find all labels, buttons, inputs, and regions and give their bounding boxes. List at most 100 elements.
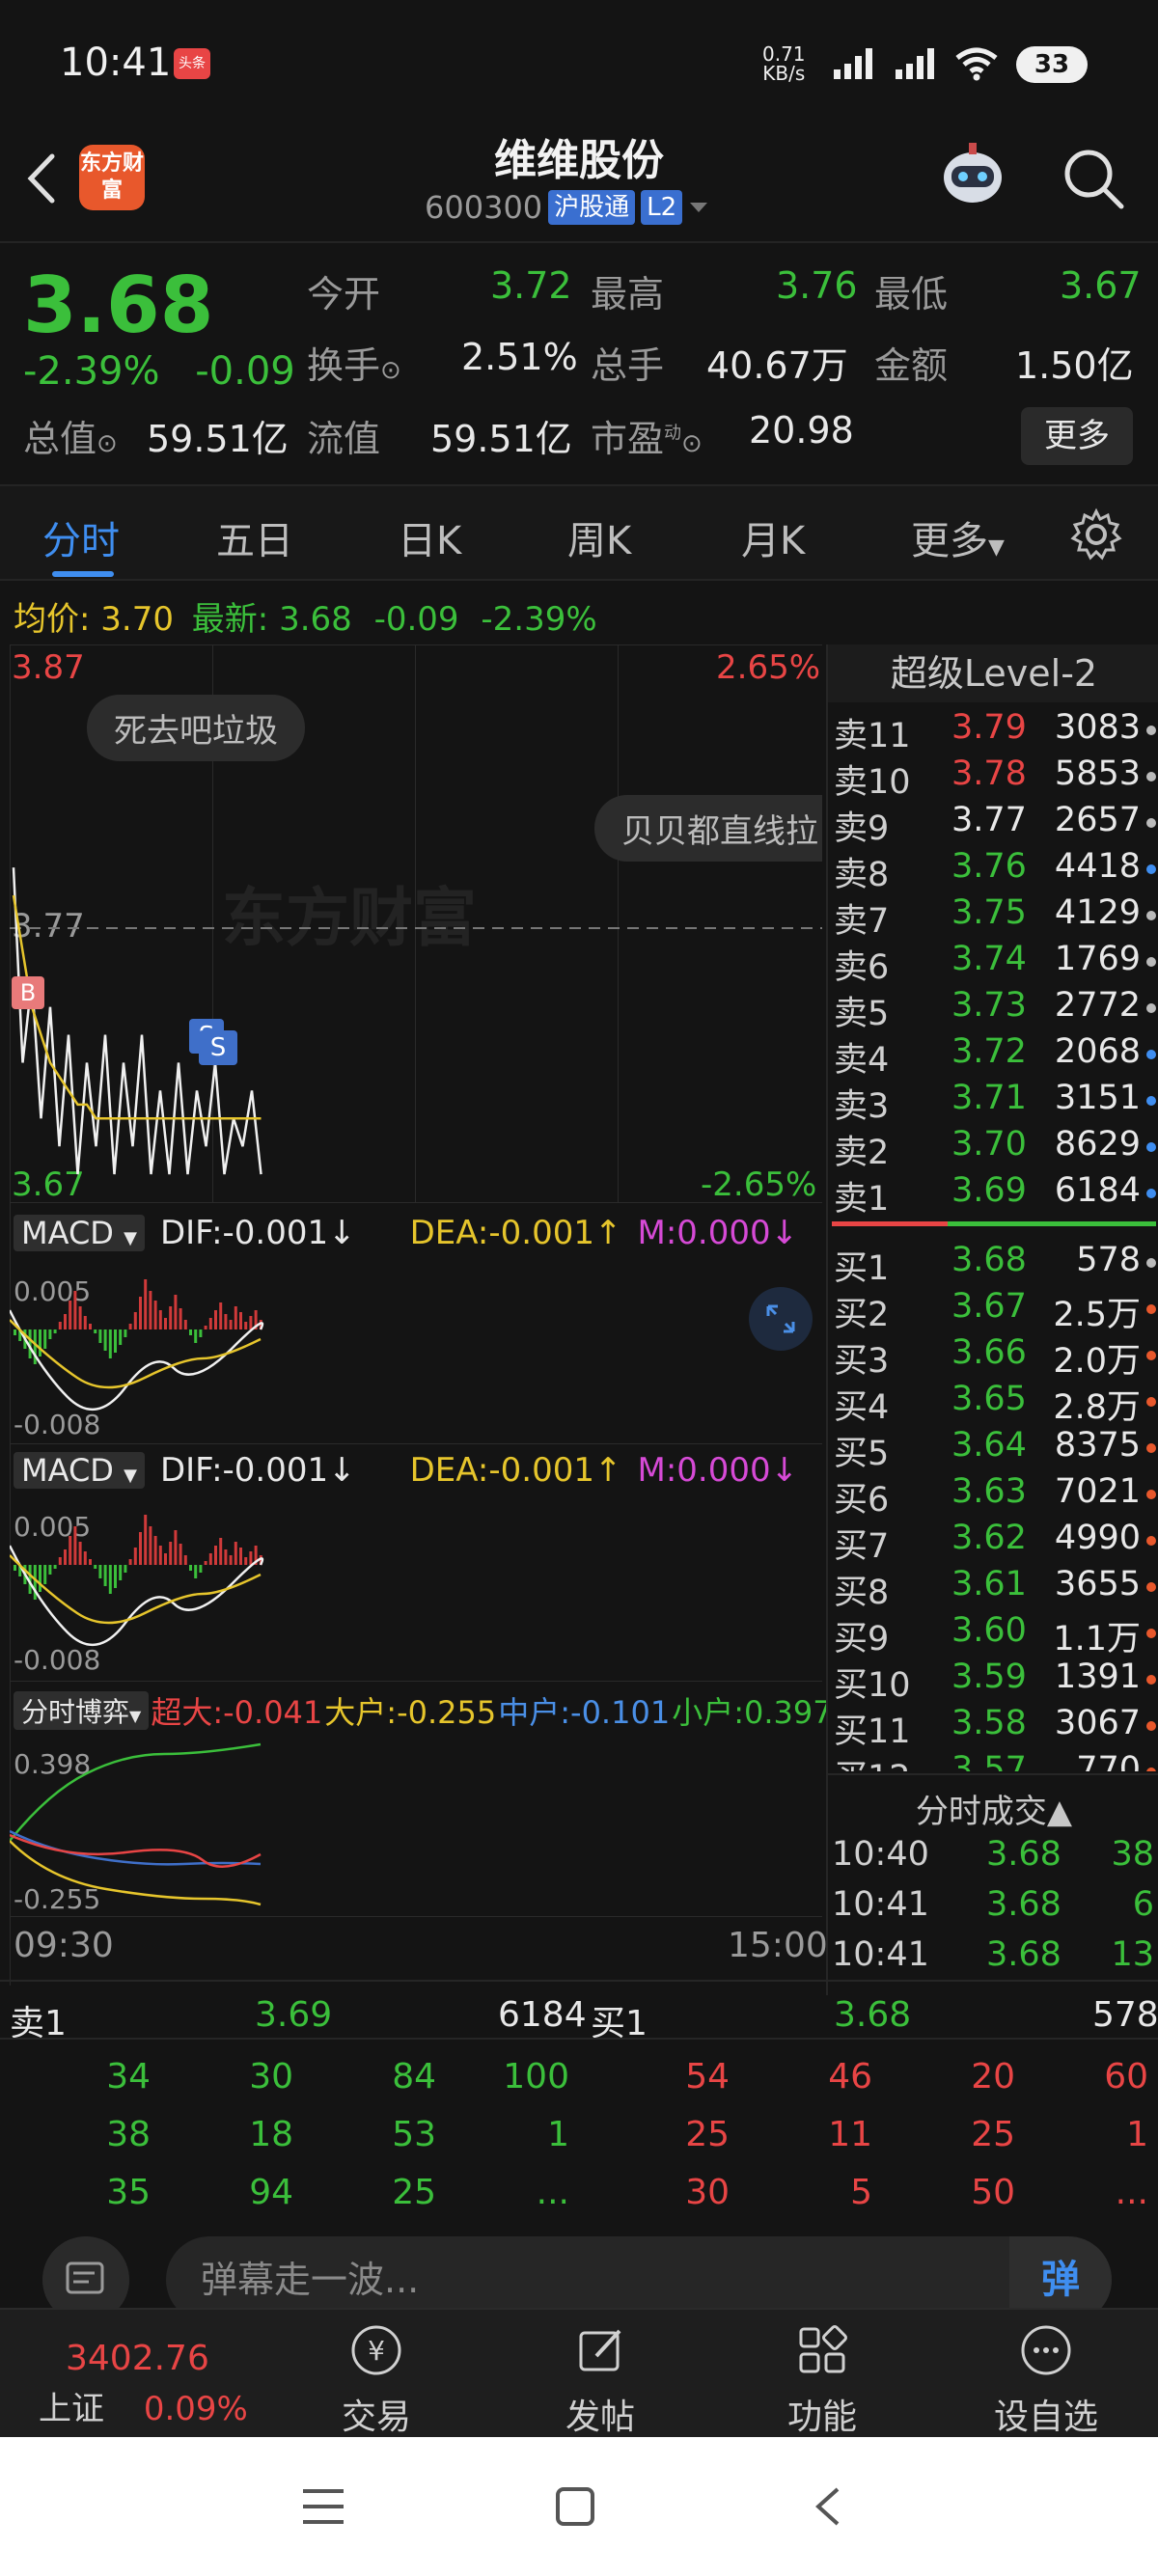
strip-buy-vol: 578	[1092, 1995, 1158, 2035]
more-quote-button[interactable]: 更多	[1021, 407, 1133, 465]
macd-bar	[53, 1329, 57, 1333]
info-icon: ⊙	[96, 429, 118, 458]
ask-level: 卖11	[834, 717, 911, 755]
tab-intraday[interactable]: 分时	[42, 509, 120, 565]
intraday-chart-area[interactable]: 3.87 2.65% 3.77 3.67 -2.65% 东方财富 死去吧垃圾 贝…	[10, 644, 833, 1986]
nav-post[interactable]: 发帖	[504, 2310, 697, 2439]
macd-bar	[169, 1542, 173, 1565]
ask-row[interactable]: 卖6 3.74 1769	[828, 940, 1158, 987]
ask-row[interactable]: 卖10 3.78 5853	[828, 754, 1158, 802]
ask-volume: 4418	[1054, 847, 1141, 886]
toutiao-app-icon: 头条	[174, 48, 210, 79]
macd2-selector[interactable]: MACD ▼	[14, 1452, 145, 1489]
ask-level: 卖3	[834, 1087, 890, 1126]
ask-level: 卖1	[834, 1180, 890, 1219]
tab-weekly-k[interactable]: 周K	[567, 509, 631, 565]
macd-bar	[208, 1318, 212, 1329]
flow-legend: 分时博弈▼ 超大:-0.041 大户:-0.255 中户:-0.101 小户:0…	[14, 1688, 833, 1733]
bid-price: 3.58	[951, 1704, 1027, 1742]
level2-tag: L2	[641, 190, 683, 225]
ask-row[interactable]: 卖5 3.73 2772	[828, 986, 1158, 1033]
settings-gear-icon[interactable]	[1069, 507, 1123, 562]
nav-functions[interactable]: 功能	[726, 2310, 919, 2439]
index-ticker[interactable]: 3402.76 上证 0.09%	[19, 2310, 270, 2439]
level2-order-book[interactable]: 超级Level-2 卖11 3.79 3083 卖10 3.78 5853 卖9 3.77 26…	[826, 644, 1158, 1995]
bid-price: 3.57	[951, 1750, 1027, 1771]
flow-selector[interactable]: 分时博弈▼	[14, 1691, 150, 1730]
tab-five-day[interactable]: 五日	[216, 509, 293, 565]
buy-marker[interactable]: B	[12, 976, 44, 1009]
macd-bar	[103, 1565, 107, 1586]
svg-text:¥: ¥	[368, 2335, 385, 2367]
bid-volume: 1391	[1054, 1658, 1141, 1696]
order-dot	[1146, 1582, 1156, 1592]
bid-row[interactable]: 买2 3.67 2.5万	[828, 1287, 1158, 1334]
pe-label[interactable]: 市盈动⊙	[591, 409, 703, 462]
bid-volume: 770	[1076, 1750, 1141, 1771]
ask-row[interactable]: 卖2 3.70 8629	[828, 1125, 1158, 1172]
menu-icon[interactable]	[301, 2485, 345, 2528]
macd-bar	[69, 1536, 72, 1565]
bid-row[interactable]: 买10 3.59 1391	[828, 1658, 1158, 1705]
back-icon[interactable]	[809, 2483, 847, 2530]
signal-icon	[834, 48, 872, 79]
ask-row[interactable]: 卖1 3.69 6184	[828, 1171, 1158, 1219]
nav-trade[interactable]: ¥ 交易	[280, 2310, 473, 2439]
macd1-selector[interactable]: MACD ▼	[14, 1215, 145, 1251]
bid-price: 3.68	[951, 1241, 1027, 1279]
bid-row[interactable]: 买4 3.65 2.8万	[828, 1380, 1158, 1427]
system-navigation-bar	[0, 2437, 1158, 2576]
robot-assistant-icon[interactable]	[934, 137, 1011, 214]
tab-daily-k[interactable]: 日K	[398, 509, 461, 565]
ask-price: 3.73	[951, 986, 1027, 1025]
turnover-label[interactable]: 换手⊙	[307, 336, 401, 389]
macd-bar	[58, 1557, 62, 1565]
bid-row[interactable]: 买3 3.66 2.0万	[828, 1333, 1158, 1381]
bid-row[interactable]: 买11 3.58 3067	[828, 1704, 1158, 1751]
ask-row[interactable]: 卖9 3.77 2657	[828, 801, 1158, 848]
order-dot	[1146, 1443, 1156, 1453]
fullscreen-expand-icon[interactable]	[747, 1285, 814, 1353]
home-square-icon[interactable]	[554, 2485, 596, 2528]
bid-level: 买10	[834, 1666, 911, 1705]
bid-row[interactable]: 买12 3.57 770	[828, 1750, 1158, 1771]
search-icon[interactable]	[1060, 145, 1127, 212]
tab-monthly-k[interactable]: 月K	[741, 509, 805, 565]
order-book-title[interactable]: 超级Level-2	[828, 644, 1158, 702]
bid-row[interactable]: 买7 3.62 4990	[828, 1519, 1158, 1566]
bid-row[interactable]: 买9 3.60 1.1万	[828, 1611, 1158, 1658]
macd-bar	[89, 1559, 92, 1565]
nav-add-watchlist[interactable]: 设自选	[950, 2310, 1143, 2439]
flow-mid: 中户:-0.101	[498, 1694, 671, 1731]
ask-row[interactable]: 卖8 3.76 4418	[828, 847, 1158, 894]
network-speed-unit: KB/s	[762, 62, 806, 85]
tab-more[interactable]: 更多▼	[911, 509, 1005, 565]
mktcap-label[interactable]: 总值⊙	[23, 409, 118, 462]
sell-queue-cell: 35	[106, 2173, 151, 2212]
order-dot	[1146, 1536, 1156, 1546]
index-name: 上证	[39, 2390, 104, 2428]
macd2-dif: DIF:-0.001↓	[159, 1451, 356, 1490]
ask-row[interactable]: 卖7 3.75 4129	[828, 893, 1158, 941]
macd-bar	[194, 1565, 198, 1578]
macd2-histogram	[14, 1515, 262, 1600]
macd-bar	[119, 1329, 123, 1345]
stock-code-row[interactable]: 600300 沪股通 L2	[425, 189, 709, 226]
macd-bar	[144, 1279, 148, 1329]
bid-row[interactable]: 买5 3.64 8375	[828, 1426, 1158, 1473]
sell-marker[interactable]: S	[199, 1030, 237, 1065]
bid-row[interactable]: 买1 3.68 578	[828, 1241, 1158, 1288]
bid-level: 买8	[834, 1574, 890, 1612]
macd-bar	[214, 1310, 217, 1329]
ask-row[interactable]: 卖11 3.79 3083	[828, 708, 1158, 755]
order-dot	[1146, 772, 1156, 781]
bid-row[interactable]: 买8 3.61 3655	[828, 1565, 1158, 1612]
macd-bar	[149, 1291, 152, 1329]
tab-more-label: 更多	[911, 519, 988, 563]
ask-level: 卖7	[834, 902, 890, 941]
trades-title[interactable]: 分时成交▲	[828, 1785, 1158, 1832]
bid-row[interactable]: 买6 3.63 7021	[828, 1472, 1158, 1520]
ask-row[interactable]: 卖4 3.72 2068	[828, 1032, 1158, 1080]
bid-level: 买1	[834, 1249, 890, 1288]
ask-row[interactable]: 卖3 3.71 3151	[828, 1079, 1158, 1126]
